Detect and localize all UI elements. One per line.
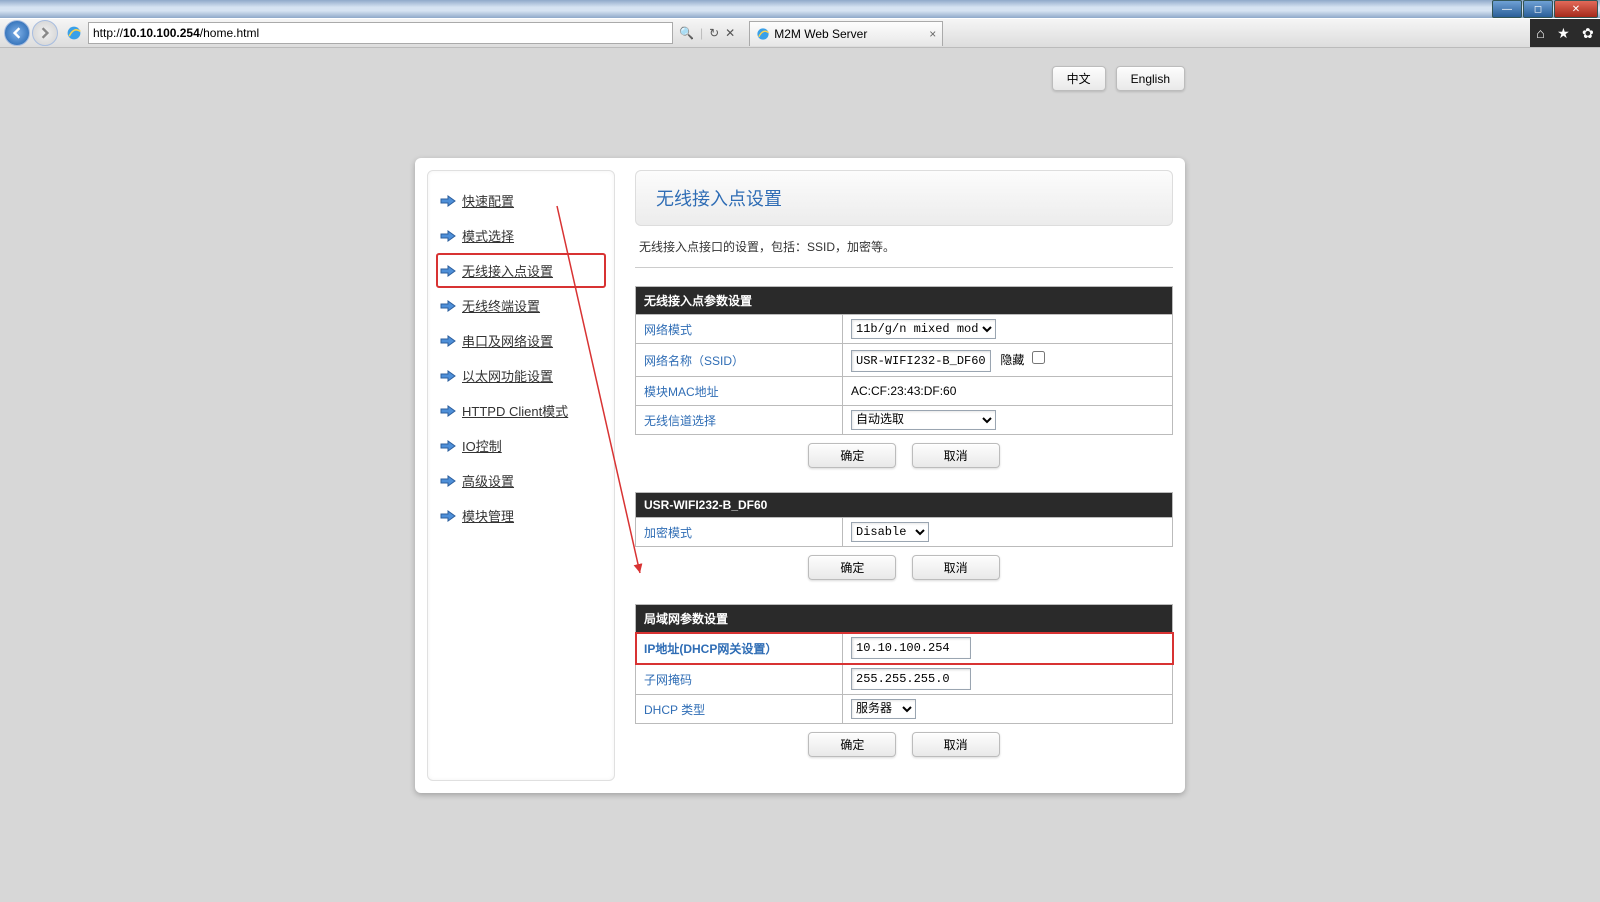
window-maximize-button[interactable]: ◻ xyxy=(1523,0,1553,18)
nav-back-button[interactable] xyxy=(4,20,30,46)
sidebar-item-label: 以太网功能设置 xyxy=(462,366,553,385)
ap-params-table: 无线接入点参数设置 网络模式 11b/g/n mixed mode 网络名称（S… xyxy=(635,286,1173,435)
divider xyxy=(635,267,1173,268)
tab-title: M2M Web Server xyxy=(774,27,867,41)
sidebar-item-label: 无线终端设置 xyxy=(462,296,540,315)
hide-ssid-label: 隐藏 xyxy=(1000,353,1024,367)
content-card: 快速配置 模式选择 无线接入点设置 无线终端设置 串口及网络设置 xyxy=(415,158,1185,793)
sidebar-item-label: IO控制 xyxy=(462,436,502,455)
browser-tab[interactable]: M2M Web Server × xyxy=(749,21,943,46)
sidebar-item-module-mgmt[interactable]: 模块管理 xyxy=(436,498,606,533)
lan-ip-label: IP地址(DHCP网关设置） xyxy=(636,633,843,664)
lan-dhcp-select[interactable]: 服务器 xyxy=(851,699,916,719)
lan-cancel-button[interactable]: 取消 xyxy=(912,732,1000,757)
ie-logo-icon xyxy=(64,23,84,43)
window-titlebar: — ◻ ✕ xyxy=(0,0,1600,18)
enc-mode-label: 加密模式 xyxy=(636,518,843,547)
window-close-button[interactable]: ✕ xyxy=(1554,0,1598,18)
mac-label: 模块MAC地址 xyxy=(636,377,843,406)
browser-navbar: http://10.10.100.254/home.html 🔍 | ↻ ✕ M… xyxy=(0,18,1600,48)
ap-cancel-button[interactable]: 取消 xyxy=(912,443,1000,468)
arrow-left-icon xyxy=(11,27,23,39)
sidebar-item-label: 高级设置 xyxy=(462,471,514,490)
page-title-panel: 无线接入点设置 xyxy=(635,170,1173,226)
sidebar-item-httpd-client[interactable]: HTTPD Client模式 xyxy=(436,393,606,428)
lan-ip-row: IP地址(DHCP网关设置） xyxy=(636,633,1173,664)
address-bar[interactable]: http://10.10.100.254/home.html xyxy=(88,22,673,44)
enc-ok-button[interactable]: 确定 xyxy=(808,555,896,580)
lang-cn-button[interactable]: 中文 xyxy=(1052,66,1106,91)
lan-mask-label: 子网掩码 xyxy=(636,664,843,695)
nav-forward-button[interactable] xyxy=(32,20,58,46)
addressbar-actions: 🔍 | ↻ ✕ xyxy=(679,26,735,40)
sidebar: 快速配置 模式选择 无线接入点设置 无线终端设置 串口及网络设置 xyxy=(427,170,615,781)
arrow-right-icon xyxy=(440,335,456,347)
home-icon[interactable]: ⌂ xyxy=(1536,25,1544,41)
main-column: 无线接入点设置 无线接入点接口的设置，包括：SSID，加密等。 无线接入点参数设… xyxy=(635,170,1173,781)
sidebar-item-io-control[interactable]: IO控制 xyxy=(436,428,606,463)
arrow-right-icon xyxy=(440,230,456,242)
refresh-icon[interactable]: ↻ xyxy=(709,26,719,40)
arrow-right-icon xyxy=(440,265,456,277)
tools-gear-icon[interactable]: ✿ xyxy=(1582,25,1594,42)
sidebar-item-mode-select[interactable]: 模式选择 xyxy=(436,218,606,253)
arrow-right-icon xyxy=(440,300,456,312)
arrow-right-icon xyxy=(440,405,456,417)
encryption-heading: USR-WIFI232-B_DF60 xyxy=(636,493,1173,518)
ap-params-heading: 无线接入点参数设置 xyxy=(636,287,1173,315)
sidebar-item-sta-settings[interactable]: 无线终端设置 xyxy=(436,288,606,323)
sidebar-item-label: HTTPD Client模式 xyxy=(462,401,568,420)
page-viewport: 中文 English 快速配置 模式选择 无线接入点设置 xyxy=(0,48,1600,902)
ssid-label: 网络名称（SSID） xyxy=(636,344,843,377)
sidebar-item-label: 串口及网络设置 xyxy=(462,331,553,350)
lan-ip-input[interactable] xyxy=(851,637,971,659)
browser-command-bar: ⌂ ★ ✿ xyxy=(1530,19,1600,47)
arrow-right-icon xyxy=(440,475,456,487)
sidebar-item-label: 快速配置 xyxy=(462,191,514,210)
hide-ssid-checkbox[interactable] xyxy=(1032,351,1045,364)
enc-cancel-button[interactable]: 取消 xyxy=(912,555,1000,580)
url-host: 10.10.100.254 xyxy=(123,26,200,40)
lan-mask-input[interactable] xyxy=(851,668,971,690)
sidebar-item-label: 模块管理 xyxy=(462,506,514,525)
mac-value: AC:CF:23:43:DF:60 xyxy=(843,377,1173,406)
arrow-right-icon xyxy=(440,510,456,522)
channel-label: 无线信道选择 xyxy=(636,406,843,435)
sidebar-item-ap-settings[interactable]: 无线接入点设置 xyxy=(436,253,606,288)
arrow-right-icon xyxy=(440,440,456,452)
lan-params-heading: 局域网参数设置 xyxy=(636,605,1173,633)
sidebar-item-serial-net[interactable]: 串口及网络设置 xyxy=(436,323,606,358)
arrow-right-icon xyxy=(440,195,456,207)
channel-select[interactable]: 自动选取 xyxy=(851,410,996,430)
stop-icon[interactable]: ✕ xyxy=(725,26,735,40)
tab-close-icon[interactable]: × xyxy=(929,27,936,41)
ssid-input[interactable] xyxy=(851,350,991,372)
lang-en-button[interactable]: English xyxy=(1116,66,1185,91)
ap-ok-button[interactable]: 确定 xyxy=(808,443,896,468)
favorites-icon[interactable]: ★ xyxy=(1557,25,1570,42)
window-minimize-button[interactable]: — xyxy=(1492,0,1522,18)
sidebar-item-ethernet[interactable]: 以太网功能设置 xyxy=(436,358,606,393)
sidebar-item-label: 无线接入点设置 xyxy=(462,261,553,280)
arrow-right-icon xyxy=(39,27,51,39)
enc-mode-select[interactable]: Disable xyxy=(851,522,929,542)
page-title: 无线接入点设置 xyxy=(656,185,1152,211)
sidebar-item-quick-config[interactable]: 快速配置 xyxy=(436,183,606,218)
page-description: 无线接入点接口的设置，包括：SSID，加密等。 xyxy=(635,226,1173,267)
net-mode-select[interactable]: 11b/g/n mixed mode xyxy=(851,319,996,339)
sidebar-item-label: 模式选择 xyxy=(462,226,514,245)
lan-params-table: 局域网参数设置 IP地址(DHCP网关设置） 子网掩码 DHCP 类型 服务 xyxy=(635,604,1173,724)
ie-favicon-icon xyxy=(756,27,770,41)
net-mode-label: 网络模式 xyxy=(636,315,843,344)
sidebar-item-advanced[interactable]: 高级设置 xyxy=(436,463,606,498)
url-path: /home.html xyxy=(200,26,259,40)
lan-ok-button[interactable]: 确定 xyxy=(808,732,896,757)
url-scheme: http:// xyxy=(93,26,123,40)
search-icon[interactable]: 🔍 xyxy=(679,26,694,40)
arrow-right-icon xyxy=(440,370,456,382)
encryption-table: USR-WIFI232-B_DF60 加密模式 Disable xyxy=(635,492,1173,547)
lan-dhcp-label: DHCP 类型 xyxy=(636,695,843,724)
